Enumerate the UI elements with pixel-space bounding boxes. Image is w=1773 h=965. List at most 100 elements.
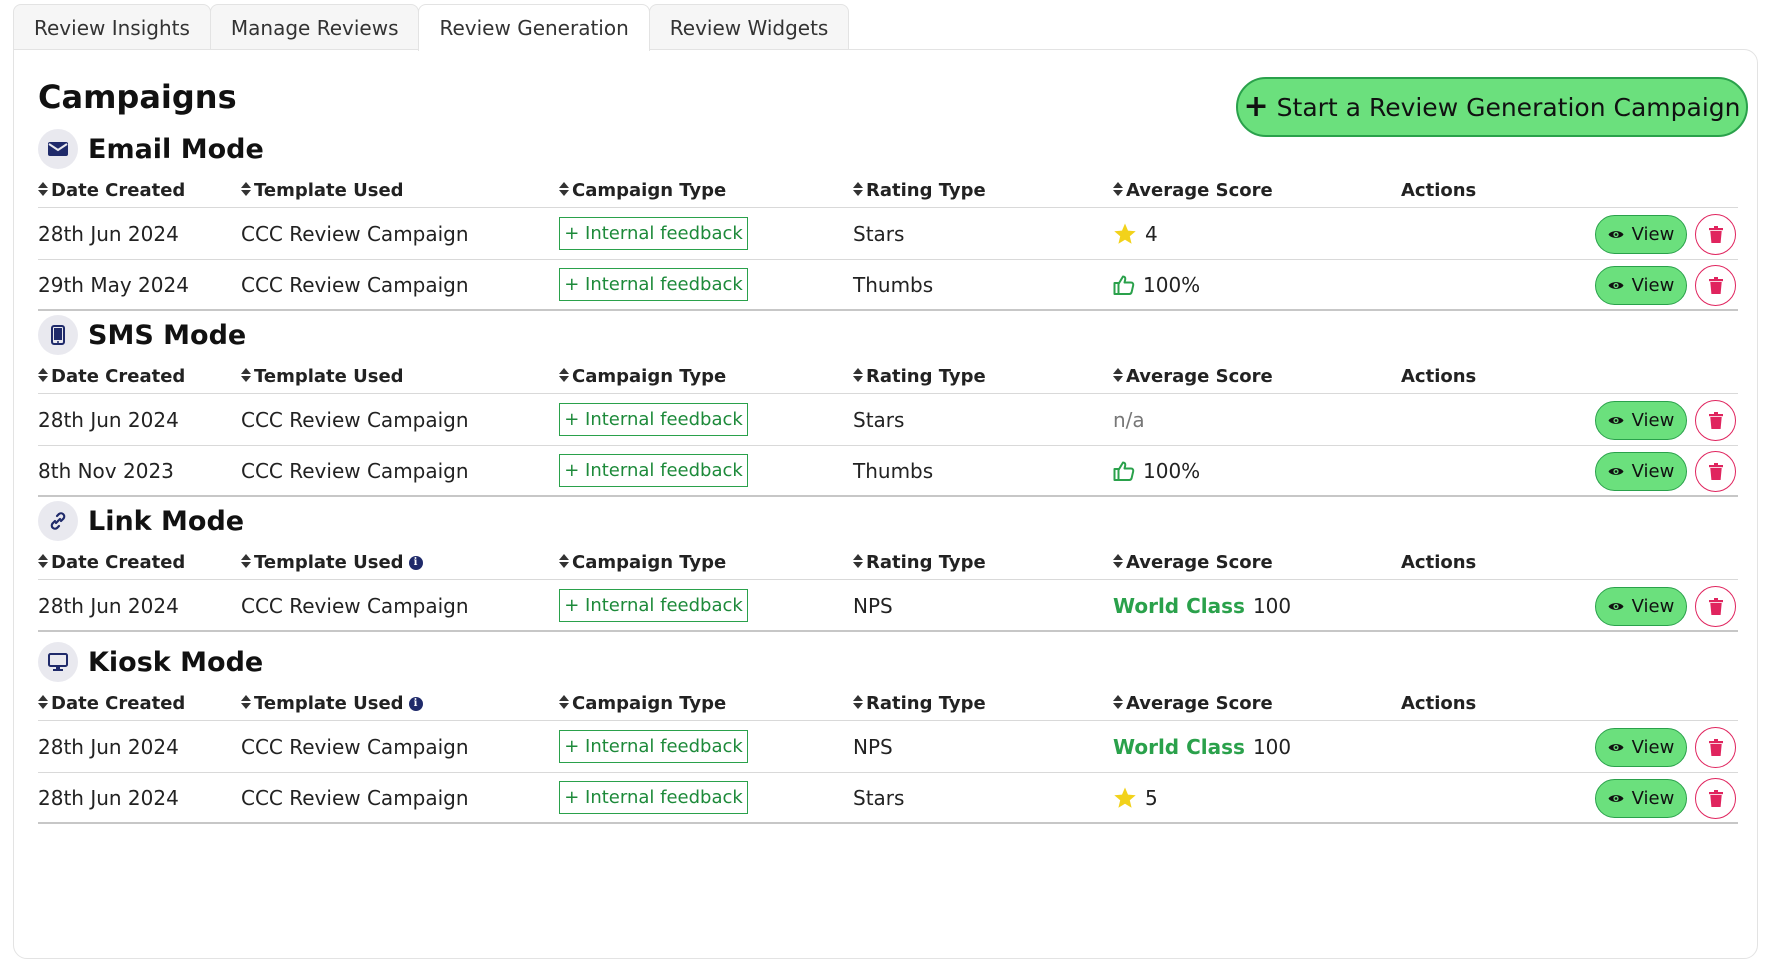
sort-icon[interactable] — [241, 695, 251, 712]
sort-icon[interactable] — [853, 368, 863, 385]
column-header-actions: Actions — [1401, 180, 1477, 201]
trash-icon — [1708, 739, 1723, 756]
column-header-score[interactable]: Average Score — [1113, 180, 1273, 201]
view-button[interactable]: View — [1595, 401, 1687, 440]
sort-icon[interactable] — [1113, 368, 1123, 385]
column-header-label: Rating Type — [866, 693, 986, 714]
link-icon — [38, 501, 78, 541]
column-header-label: Rating Type — [866, 180, 986, 201]
eye-icon — [1608, 468, 1624, 475]
view-button[interactable]: View — [1595, 215, 1687, 254]
sort-icon[interactable] — [38, 554, 48, 571]
campaign-type-badge[interactable]: + Internal feedback — [559, 403, 748, 436]
sort-icon[interactable] — [1113, 695, 1123, 712]
column-header-actions: Actions — [1401, 552, 1477, 573]
sort-icon[interactable] — [241, 182, 251, 199]
sort-icon[interactable] — [559, 368, 569, 385]
view-button[interactable]: View — [1595, 587, 1687, 626]
table-header: Date Created Template Used i Campaign Type R… — [38, 693, 1738, 721]
column-header-template[interactable]: Template Used — [241, 180, 404, 201]
rating-type: NPS — [853, 735, 893, 759]
tab-review-insights[interactable]: Review Insights — [13, 4, 211, 50]
column-header-date[interactable]: Date Created — [38, 552, 185, 573]
info-icon[interactable]: i — [408, 696, 423, 711]
column-header-score[interactable]: Average Score — [1113, 693, 1273, 714]
column-header-type[interactable]: Campaign Type — [559, 180, 726, 201]
rating-type: NPS — [853, 594, 893, 618]
start-campaign-button[interactable]: + Start a Review Generation Campaign — [1236, 77, 1748, 137]
column-header-score[interactable]: Average Score — [1113, 366, 1273, 387]
campaign-type-badge[interactable]: + Internal feedback — [559, 454, 748, 487]
column-header-score[interactable]: Average Score — [1113, 552, 1273, 573]
nps-category: World Class — [1113, 594, 1245, 618]
campaign-type-badge[interactable]: + Internal feedback — [559, 217, 748, 250]
table-row: 29th May 2024 CCC Review Campaign + Intern… — [38, 260, 1738, 311]
sort-icon[interactable] — [1113, 182, 1123, 199]
view-button[interactable]: View — [1595, 452, 1687, 491]
table-header: Date Created Template Used Campaign Type Ra… — [38, 366, 1738, 394]
tab-review-generation[interactable]: Review Generation — [418, 4, 650, 51]
tab-manage-reviews[interactable]: Manage Reviews — [209, 4, 420, 50]
column-header-type[interactable]: Campaign Type — [559, 552, 726, 573]
sort-icon[interactable] — [38, 695, 48, 712]
column-header-template[interactable]: Template Used i — [241, 693, 423, 714]
sort-icon[interactable] — [559, 695, 569, 712]
delete-button[interactable] — [1695, 451, 1736, 492]
column-header-rating[interactable]: Rating Type — [853, 366, 986, 387]
eye-icon — [1608, 603, 1624, 610]
sort-icon[interactable] — [38, 368, 48, 385]
campaign-type-badge[interactable]: + Internal feedback — [559, 730, 748, 763]
sort-icon[interactable] — [241, 554, 251, 571]
delete-button[interactable] — [1695, 400, 1736, 441]
campaign-type-badge[interactable]: + Internal feedback — [559, 268, 748, 301]
column-header-label: Average Score — [1126, 552, 1273, 573]
star-icon — [1114, 223, 1136, 244]
column-header-rating[interactable]: Rating Type — [853, 552, 986, 573]
rating-type: Thumbs — [853, 459, 934, 483]
column-header-rating[interactable]: Rating Type — [853, 693, 986, 714]
trash-icon — [1708, 277, 1723, 294]
delete-button[interactable] — [1695, 586, 1736, 627]
view-button[interactable]: View — [1595, 728, 1687, 767]
sort-icon[interactable] — [853, 554, 863, 571]
sort-icon[interactable] — [1113, 554, 1123, 571]
sort-icon[interactable] — [38, 182, 48, 199]
column-header-type[interactable]: Campaign Type — [559, 693, 726, 714]
sort-icon[interactable] — [853, 182, 863, 199]
rating-type: Stars — [853, 786, 905, 810]
column-header-type[interactable]: Campaign Type — [559, 366, 726, 387]
info-icon[interactable]: i — [408, 555, 423, 570]
eye-icon — [1608, 417, 1624, 424]
column-header-template[interactable]: Template Used i — [241, 552, 423, 573]
sort-icon[interactable] — [559, 182, 569, 199]
column-header-template[interactable]: Template Used — [241, 366, 404, 387]
tab-review-widgets[interactable]: Review Widgets — [648, 4, 850, 50]
view-button[interactable]: View — [1595, 266, 1687, 305]
column-header-label: Template Used — [254, 180, 404, 201]
column-header-date[interactable]: Date Created — [38, 180, 185, 201]
view-button[interactable]: View — [1595, 779, 1687, 818]
sort-icon[interactable] — [241, 368, 251, 385]
column-header-rating[interactable]: Rating Type — [853, 180, 986, 201]
view-label: View — [1631, 596, 1675, 617]
section-header: Email Mode — [38, 129, 264, 169]
column-header-date[interactable]: Date Created — [38, 693, 185, 714]
campaign-type-badge[interactable]: + Internal feedback — [559, 589, 748, 622]
average-score-value: 100 — [1252, 735, 1292, 759]
template-used: CCC Review Campaign — [241, 459, 469, 483]
sort-icon[interactable] — [853, 695, 863, 712]
delete-button[interactable] — [1695, 265, 1736, 306]
delete-button[interactable] — [1695, 778, 1736, 819]
campaign-type-badge[interactable]: + Internal feedback — [559, 781, 748, 814]
delete-button[interactable] — [1695, 727, 1736, 768]
monitor-icon — [38, 642, 78, 682]
column-header-label: Rating Type — [866, 552, 986, 573]
average-score: World Class 100 — [1113, 581, 1291, 631]
delete-button[interactable] — [1695, 214, 1736, 255]
column-header-date[interactable]: Date Created — [38, 366, 185, 387]
date-created: 28th Jun 2024 — [38, 408, 179, 432]
column-header-label: Date Created — [51, 693, 186, 714]
table-row: 28th Jun 2024 CCC Review Campaign + Intern… — [38, 209, 1738, 260]
campaign-section: Email Mode Date Created Template Used Campa… — [38, 129, 1738, 311]
sort-icon[interactable] — [559, 554, 569, 571]
